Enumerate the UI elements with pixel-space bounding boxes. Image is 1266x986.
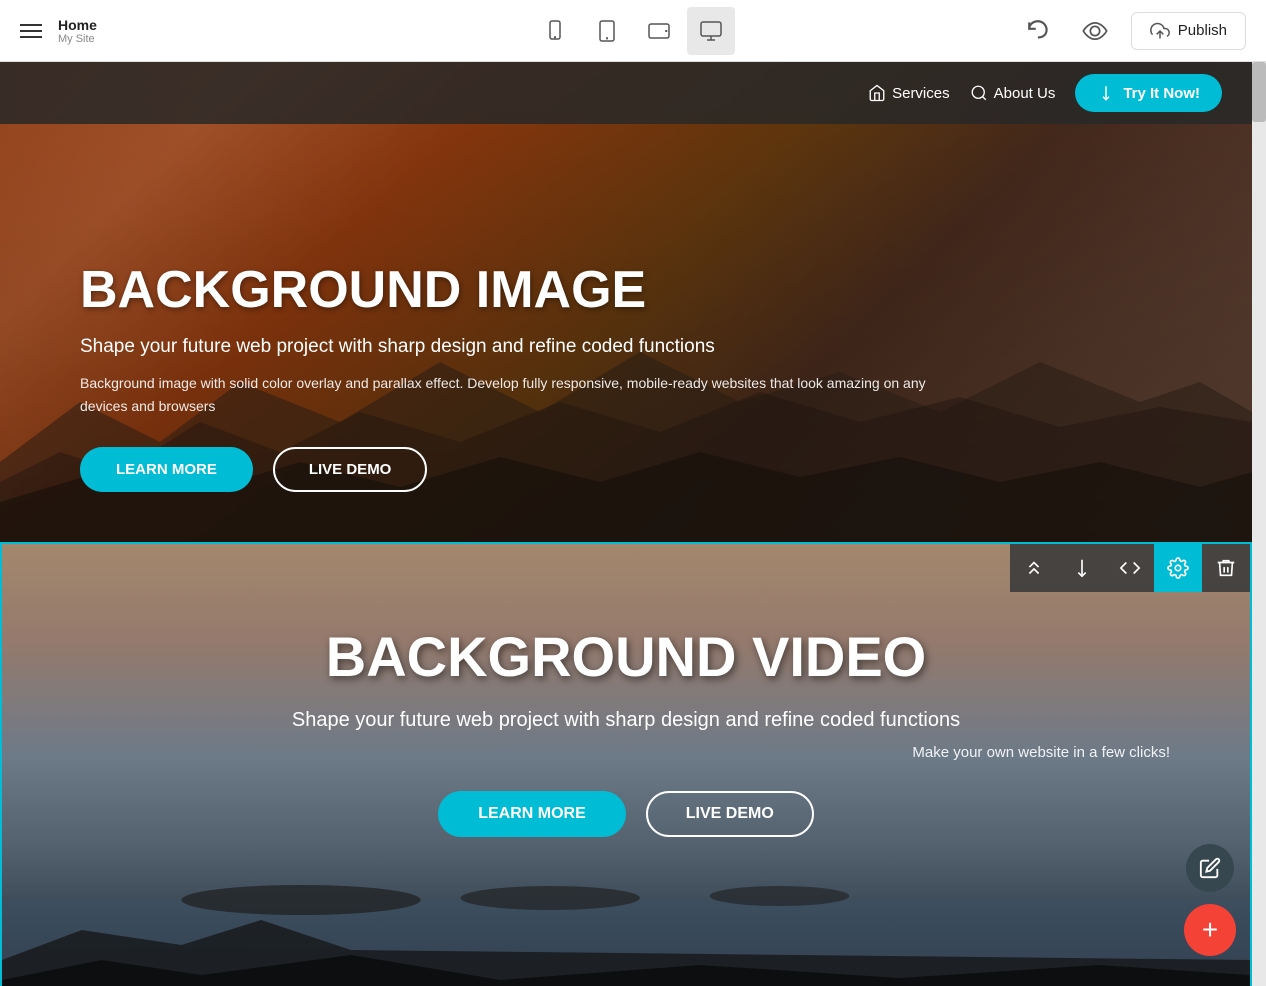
- section1-learn-more-button[interactable]: LEARN MORE: [80, 447, 253, 492]
- editor-right-actions: Publish: [1019, 11, 1246, 51]
- section-toolbar: [1010, 544, 1250, 592]
- site-navbar: Services About Us Try It Now!: [0, 62, 1252, 124]
- hamburger-menu[interactable]: [20, 24, 42, 38]
- toolbar-code-button[interactable]: [1106, 544, 1154, 592]
- device-switcher: [531, 7, 735, 55]
- site-name-label: My Site: [58, 33, 97, 45]
- section2-live-demo-button[interactable]: LIVE DEMO: [646, 791, 814, 837]
- mobile-view-button[interactable]: [531, 7, 579, 55]
- section2-title: BACKGROUND VIDEO: [2, 624, 1250, 689]
- section1-title: BACKGROUND IMAGE: [80, 260, 1252, 320]
- section1-content: BACKGROUND IMAGE Shape your future web p…: [0, 260, 1252, 492]
- section1-buttons: LEARN MORE LIVE DEMO: [80, 447, 1252, 492]
- nav-try-label: Try It Now!: [1123, 85, 1200, 102]
- section2-tagline: Make your own website in a few clicks!: [2, 744, 1250, 761]
- fab-add-button[interactable]: +: [1184, 904, 1236, 956]
- site-home-label: Home: [58, 17, 97, 33]
- scrollbar-track: [1252, 62, 1266, 986]
- fab-container: +: [1184, 844, 1236, 956]
- toolbar-download-button[interactable]: [1058, 544, 1106, 592]
- toolbar-delete-button[interactable]: [1202, 544, 1250, 592]
- ocean-decoration: [2, 820, 1250, 986]
- nav-about-us[interactable]: About Us: [970, 84, 1056, 102]
- section-background-image: Services About Us Try It Now! BACKGROUND…: [0, 62, 1252, 542]
- preview-button[interactable]: [1075, 11, 1115, 51]
- desktop-view-button[interactable]: [687, 7, 735, 55]
- tablet-view-button[interactable]: [583, 7, 631, 55]
- section1-description: Background image with solid color overla…: [80, 372, 940, 417]
- section2-learn-more-button[interactable]: LEARN MORE: [438, 791, 626, 837]
- tablet-landscape-button[interactable]: [635, 7, 683, 55]
- undo-button[interactable]: [1019, 11, 1059, 51]
- section1-subtitle: Shape your future web project with sharp…: [80, 336, 880, 358]
- section2-buttons: LEARN MORE LIVE DEMO: [2, 791, 1250, 837]
- nav-services[interactable]: Services: [868, 84, 950, 102]
- fab-edit-button[interactable]: [1186, 844, 1234, 892]
- canvas: Services About Us Try It Now! BACKGROUND…: [0, 62, 1252, 986]
- section1-live-demo-button[interactable]: LIVE DEMO: [273, 447, 428, 492]
- toolbar-move-button[interactable]: [1010, 544, 1058, 592]
- site-info: Home My Site: [58, 17, 97, 45]
- nav-services-label: Services: [892, 85, 950, 102]
- editor-bar: Home My Site Publ: [0, 0, 1266, 62]
- section-background-video: BACKGROUND VIDEO Shape your future web p…: [0, 542, 1252, 986]
- toolbar-settings-button[interactable]: [1154, 544, 1202, 592]
- publish-label: Publish: [1178, 22, 1227, 39]
- section2-subtitle: Shape your future web project with sharp…: [2, 709, 1250, 732]
- nav-about-label: About Us: [994, 85, 1056, 102]
- publish-button[interactable]: Publish: [1131, 12, 1246, 50]
- scrollbar-thumb[interactable]: [1252, 62, 1266, 122]
- nav-try-now-button[interactable]: Try It Now!: [1075, 74, 1222, 112]
